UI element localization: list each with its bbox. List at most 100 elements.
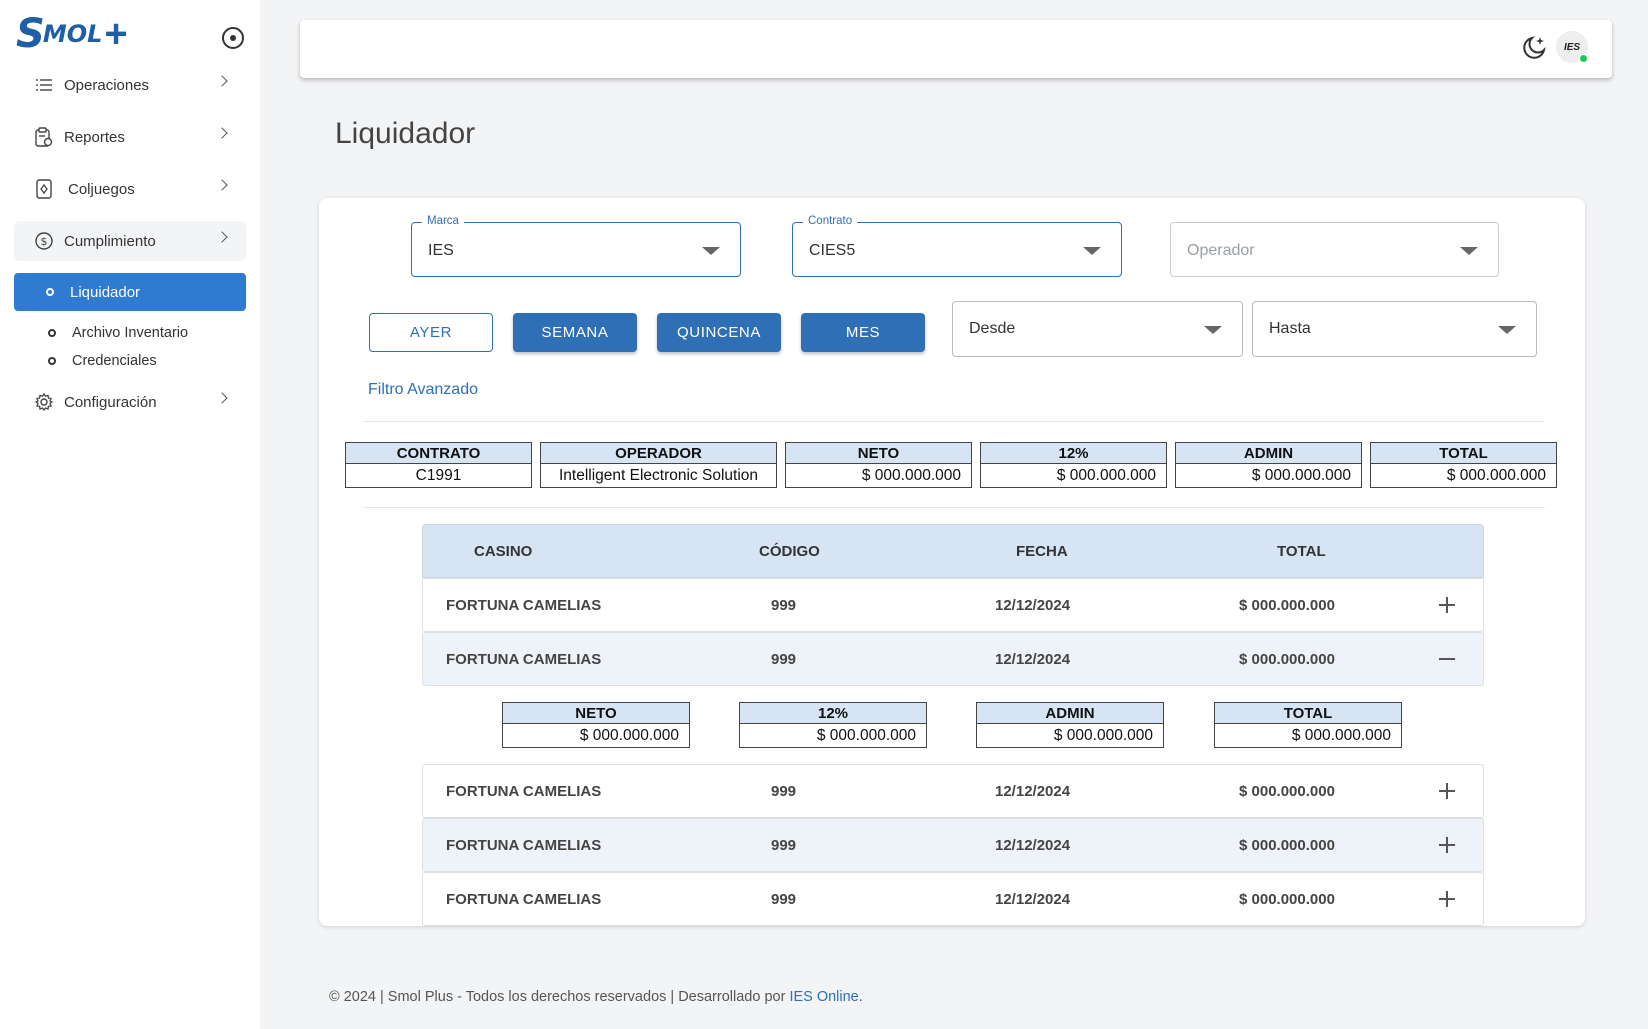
- ayer-button[interactable]: AYER: [369, 313, 493, 352]
- expand-plus-icon[interactable]: [1439, 782, 1457, 800]
- expand-plus-icon[interactable]: [1439, 890, 1457, 908]
- detail-header: NETO: [503, 703, 689, 724]
- detail-value: $ 000.000.000: [1053, 727, 1153, 744]
- desde-select-value: Desde: [969, 320, 1016, 337]
- column-header-casino: CASINO: [474, 542, 533, 560]
- logo-plus: +: [104, 12, 128, 56]
- footer: © 2024 | Smol Plus - Todos los derechos …: [329, 989, 863, 1005]
- list-icon: [34, 75, 54, 95]
- summary-value: Intelligent Electronic Solution: [558, 467, 759, 484]
- summary-contrato: CONTRATO C1991: [345, 442, 532, 488]
- sidebar-subitem-label: Liquidador: [70, 283, 141, 301]
- contrato-select-label: Contrato: [803, 215, 858, 227]
- summary-neto: NETO $ 000.000.000: [785, 442, 972, 488]
- expand-plus-icon[interactable]: [1439, 596, 1457, 614]
- sidebar-item-reportes[interactable]: Reportes: [14, 117, 246, 157]
- detail-header: TOTAL: [1215, 703, 1401, 724]
- dark-mode-icon[interactable]: [1520, 34, 1548, 62]
- cell-fecha: 12/12/2024: [995, 890, 1071, 908]
- cell-codigo: 999: [771, 836, 797, 854]
- report-icon: [34, 127, 54, 147]
- gear-icon: [34, 392, 54, 412]
- cell-casino: FORTUNA CAMELIAS: [446, 890, 602, 908]
- summary-operador: OPERADOR Intelligent Electronic Solution: [540, 442, 777, 488]
- detail-neto: NETO $ 000.000.000: [502, 702, 690, 748]
- bullet-icon: [46, 288, 54, 296]
- cell-total: $ 000.000.000: [1239, 650, 1335, 668]
- sidebar-subitem-credenciales[interactable]: Credenciales: [14, 348, 246, 374]
- marca-select-label: Marca: [422, 215, 464, 227]
- caret-down-icon: [1083, 247, 1101, 255]
- expand-plus-icon[interactable]: [1439, 836, 1457, 854]
- chevron-right-icon: [216, 75, 228, 87]
- sidebar-item-coljuegos[interactable]: Coljuegos: [14, 169, 246, 209]
- marca-select[interactable]: Marca IES: [411, 215, 741, 277]
- caret-down-icon: [702, 247, 720, 255]
- sidebar-item-cumplimiento[interactable]: $ Cumplimiento: [14, 221, 246, 261]
- sidebar-toggle-icon[interactable]: [222, 27, 244, 49]
- summary-total: TOTAL $ 000.000.000: [1370, 442, 1557, 488]
- page-title: Liquidador: [335, 117, 476, 150]
- quincena-button[interactable]: QUINCENA: [657, 313, 781, 352]
- sidebar-subitem-archivo-inventario[interactable]: Archivo Inventario: [14, 320, 246, 346]
- table-row[interactable]: FORTUNA CAMELIAS 999 12/12/2024 $ 000.00…: [422, 764, 1484, 818]
- cell-casino: FORTUNA CAMELIAS: [446, 596, 602, 614]
- column-header-total: TOTAL: [1277, 542, 1326, 560]
- cell-fecha: 12/12/2024: [995, 782, 1071, 800]
- chevron-right-icon: [216, 179, 228, 191]
- cell-codigo: 999: [771, 890, 797, 908]
- footer-end: .: [858, 989, 863, 1005]
- contrato-select-value: CIES5: [809, 242, 856, 259]
- cell-total: $ 000.000.000: [1239, 836, 1335, 854]
- dollar-icon: $: [34, 231, 54, 251]
- detail-header: 12%: [740, 703, 926, 724]
- sidebar-item-configuracion[interactable]: Configuración: [14, 382, 246, 422]
- cell-codigo: 999: [771, 650, 797, 668]
- table-row[interactable]: FORTUNA CAMELIAS 999 12/12/2024 $ 000.00…: [422, 872, 1484, 926]
- contrato-select[interactable]: Contrato CIES5: [792, 215, 1122, 277]
- summary-header: ADMIN: [1176, 443, 1361, 464]
- detail-header: ADMIN: [977, 703, 1163, 724]
- summary-header: TOTAL: [1371, 443, 1556, 464]
- cell-fecha: 12/12/2024: [995, 596, 1071, 614]
- collapse-minus-icon[interactable]: [1439, 650, 1457, 668]
- cell-casino: FORTUNA CAMELIAS: [446, 836, 602, 854]
- liquidador-card: Marca IES Contrato CIES5 Operador AYER S…: [319, 198, 1585, 926]
- detail-value: $ 000.000.000: [579, 727, 679, 744]
- avatar[interactable]: IES: [1556, 31, 1588, 63]
- top-bar: IES: [300, 20, 1612, 78]
- table-row[interactable]: FORTUNA CAMELIAS 999 12/12/2024 $ 000.00…: [422, 578, 1484, 632]
- table-row[interactable]: FORTUNA CAMELIAS 999 12/12/2024 $ 000.00…: [422, 818, 1484, 872]
- row-detail: NETO $ 000.000.000 12% $ 000.000.000 ADM…: [422, 686, 1484, 764]
- sidebar-item-label: Configuración: [64, 393, 157, 411]
- column-header-codigo: CÓDIGO: [759, 542, 820, 560]
- mes-button[interactable]: MES: [801, 313, 925, 352]
- sidebar-item-operaciones[interactable]: Operaciones: [14, 65, 246, 105]
- summary-value: $ 000.000.000: [1446, 467, 1546, 484]
- logo[interactable]: S MOL +: [16, 14, 128, 54]
- cell-fecha: 12/12/2024: [995, 836, 1071, 854]
- detail-admin: ADMIN $ 000.000.000: [976, 702, 1164, 748]
- logo-letter: S: [16, 11, 45, 57]
- desde-select[interactable]: Desde: [952, 301, 1243, 357]
- cell-casino: FORTUNA CAMELIAS: [446, 782, 602, 800]
- chevron-right-icon: [216, 392, 228, 404]
- footer-text: © 2024 | Smol Plus - Todos los derechos …: [329, 989, 790, 1005]
- summary-header: NETO: [786, 443, 971, 464]
- avatar-label: IES: [1563, 41, 1581, 53]
- ies-online-link[interactable]: IES Online: [789, 989, 858, 1005]
- logo-text: MOL: [42, 20, 103, 48]
- cell-total: $ 000.000.000: [1239, 782, 1335, 800]
- summary-admin: ADMIN $ 000.000.000: [1175, 442, 1362, 488]
- operador-select[interactable]: Operador: [1170, 222, 1499, 277]
- table-row[interactable]: FORTUNA CAMELIAS 999 12/12/2024 $ 000.00…: [422, 632, 1484, 686]
- semana-button[interactable]: SEMANA: [513, 313, 637, 352]
- advanced-filter-link[interactable]: Filtro Avanzado: [368, 381, 478, 399]
- sidebar-subitem-liquidador[interactable]: Liquidador: [14, 273, 246, 311]
- sidebar-subitem-label: Archivo Inventario: [72, 325, 189, 341]
- cell-codigo: 999: [771, 596, 797, 614]
- hasta-select[interactable]: Hasta: [1252, 301, 1537, 357]
- summary-header: CONTRATO: [346, 443, 531, 464]
- marca-select-value: IES: [428, 242, 454, 259]
- divider: [363, 507, 1545, 508]
